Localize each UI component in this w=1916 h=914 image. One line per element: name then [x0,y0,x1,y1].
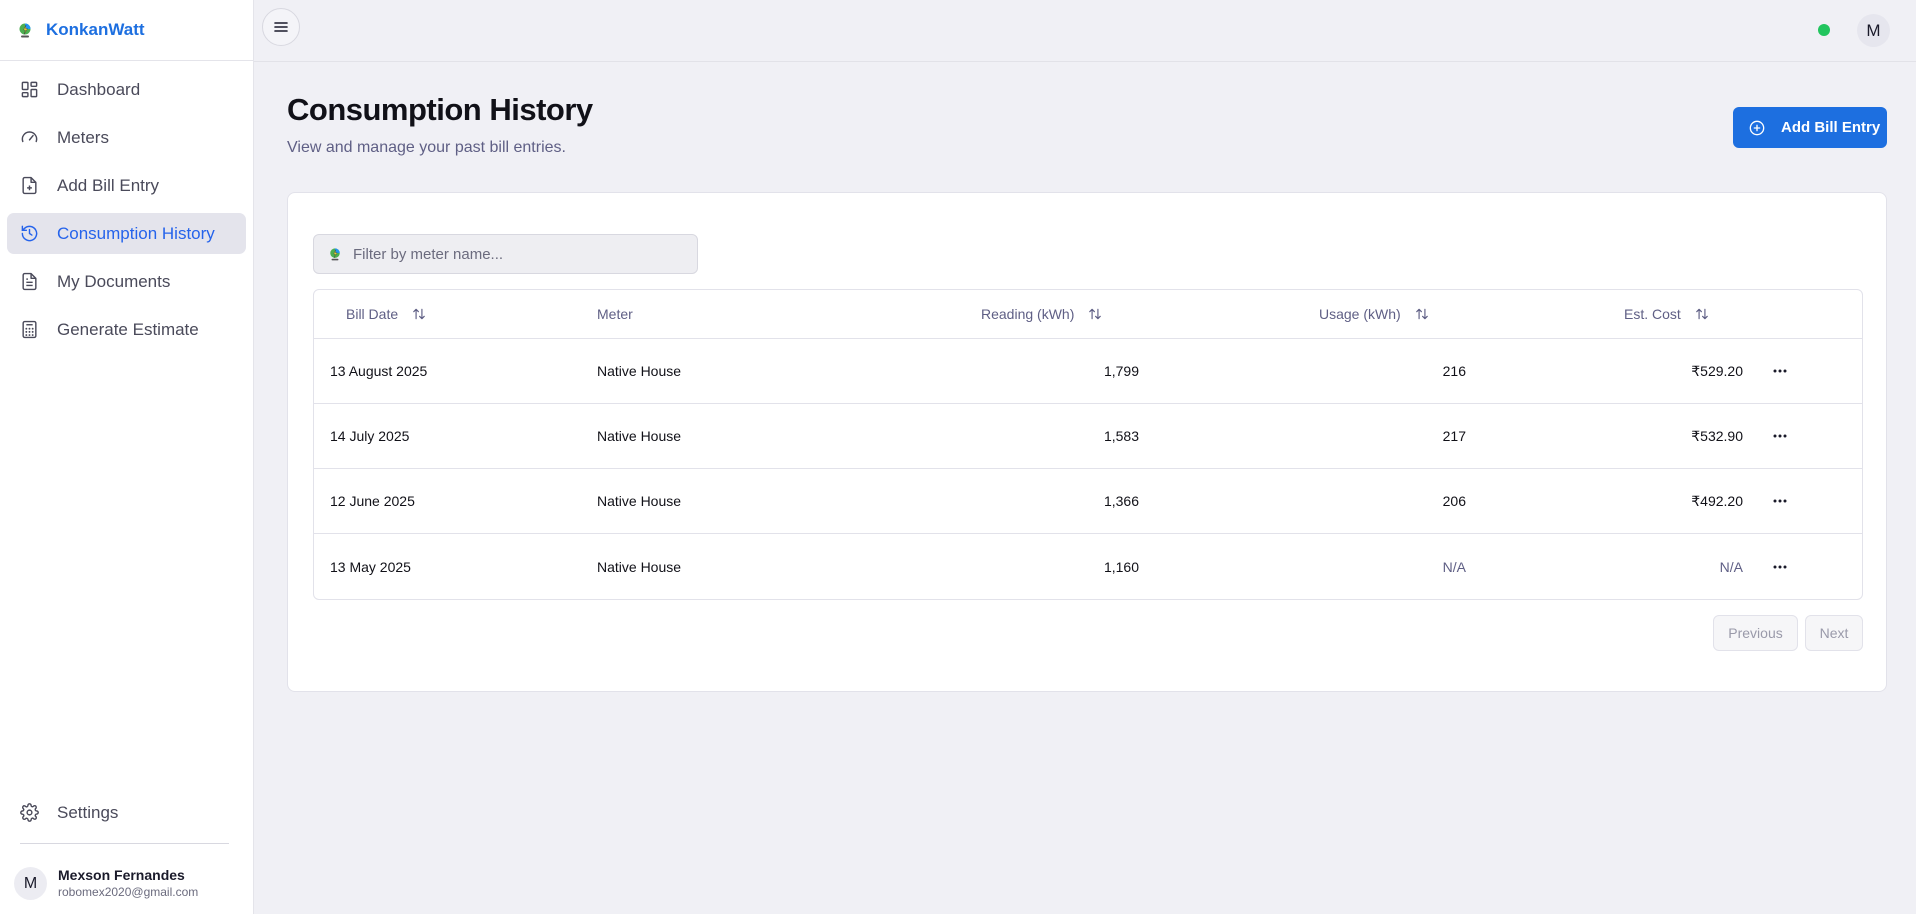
previous-page-button[interactable]: Previous [1713,615,1798,651]
sidebar-item-dashboard[interactable]: Dashboard [7,69,246,110]
sidebar-item-label: My Documents [57,271,171,291]
sort-icon [412,307,426,321]
cell-bill-date: 13 August 2025 [330,363,428,379]
sidebar-item-meters[interactable]: Meters [7,117,246,158]
cell-meter: Native House [597,363,682,379]
sidebar-item-generate-estimate[interactable]: Generate Estimate [7,309,246,350]
column-label: Reading (kWh) [981,306,1075,322]
column-usage[interactable]: Usage (kWh) [1319,306,1429,322]
history-icon [19,224,39,244]
sidebar-item-label: Meters [57,127,109,147]
sort-icon [1695,307,1709,321]
column-label: Usage (kWh) [1319,306,1401,322]
cell-reading: 1,366 [1103,493,1139,509]
sidebar-item-label: Generate Estimate [57,319,199,339]
filter-field[interactable] [313,234,698,274]
column-est-cost[interactable]: Est. Cost [1624,306,1709,322]
calculator-icon [19,320,39,340]
sort-icon [1088,307,1102,321]
cell-reading: 1,799 [1103,363,1139,379]
logo-icon [19,23,31,38]
sidebar-item-label: Add Bill Entry [57,175,160,195]
add-bill-entry-label: Add Bill Entry [1781,119,1881,136]
cell-bill-date: 14 July 2025 [330,428,410,444]
column-label: Meter [597,306,633,322]
sidebar-item-consumption-history[interactable]: Consumption History [7,213,246,254]
sidebar-item-label: Settings [57,802,119,822]
sort-icon [1415,307,1429,321]
column-reading[interactable]: Reading (kWh) [981,306,1102,322]
cell-est-cost: ₹532.90 [1691,427,1743,444]
brand[interactable]: KonkanWatt [0,0,253,61]
document-icon [19,272,39,292]
cell-est-cost: ₹492.20 [1691,492,1743,509]
more-horizontal-icon [1773,369,1787,373]
table-row: 12 June 2025 Native House 1,366 206 ₹492… [314,469,1862,534]
hamburger-icon [274,22,288,32]
table-header: Bill Date Meter Reading (kWh) Usage (kWh… [314,290,1862,339]
table-row: 13 May 2025 Native House 1,160 N/A N/A [314,534,1862,599]
sidebar-divider [20,843,229,844]
cell-bill-date: 12 June 2025 [330,493,415,509]
add-bill-entry-button[interactable]: Add Bill Entry [1733,107,1887,148]
gear-icon [19,803,39,823]
column-meter: Meter [597,306,633,322]
page-title: Consumption History [287,92,593,127]
more-horizontal-icon [1773,499,1787,503]
cell-usage: 206 [1442,493,1466,509]
cell-reading: 1,160 [1103,558,1139,575]
sidebar: KonkanWatt Dashboard Meters Add Bill Ent… [0,0,254,914]
user-email: robomex2020@gmail.com [58,885,199,899]
user-avatar-button[interactable]: M [1857,14,1890,47]
column-label: Est. Cost [1624,306,1681,322]
meter-filter-input[interactable] [353,245,683,263]
sidebar-settings: Settings [7,792,246,840]
history-table: Bill Date Meter Reading (kWh) Usage (kWh… [313,289,1863,600]
row-actions-button[interactable] [1769,425,1791,447]
cell-est-cost: N/A [1719,558,1743,575]
row-actions-button[interactable] [1769,556,1791,578]
status-indicator [1818,24,1830,36]
gauge-icon [19,128,39,148]
cell-usage: 216 [1442,363,1466,379]
user-name: Mexson Fernandes [58,867,185,883]
cell-reading: 1,583 [1103,428,1139,444]
table-row: 14 July 2025 Native House 1,583 217 ₹532… [314,404,1862,469]
sidebar-item-label: Dashboard [57,79,141,99]
sidebar-item-label: Consumption History [57,223,215,243]
cell-usage: N/A [1442,558,1466,575]
plus-circle-icon [1749,120,1765,135]
dashboard-icon [19,80,39,100]
next-page-button[interactable]: Next [1805,615,1863,651]
row-actions-button[interactable] [1769,490,1791,512]
logo-icon [330,248,340,261]
topbar: M [254,0,1916,62]
column-bill-date[interactable]: Bill Date [346,306,426,322]
history-card: Bill Date Meter Reading (kWh) Usage (kWh… [287,192,1887,692]
sidebar-item-add-bill-entry[interactable]: Add Bill Entry [7,165,246,206]
more-horizontal-icon [1773,434,1787,438]
cell-est-cost: ₹529.20 [1691,362,1743,379]
cell-meter: Native House [597,493,682,509]
cell-meter: Native House [597,558,682,575]
app-name: KonkanWatt [46,20,145,39]
sidebar-item-settings[interactable]: Settings [7,792,246,833]
menu-toggle-button[interactable] [262,8,300,46]
page-subtitle: View and manage your past bill entries. [287,139,566,156]
table-row: 13 August 2025 Native House 1,799 216 ₹5… [314,339,1862,404]
user-profile[interactable]: M Mexson Fernandes robomex2020@gmail.com [14,867,198,900]
column-label: Bill Date [346,306,399,322]
avatar: M [14,867,47,900]
file-plus-icon [19,176,39,196]
cell-bill-date: 13 May 2025 [330,558,411,575]
cell-meter: Native House [597,428,682,444]
sidebar-item-my-documents[interactable]: My Documents [7,261,246,302]
cell-usage: 217 [1442,428,1466,444]
more-horizontal-icon [1773,565,1787,568]
sidebar-nav: Dashboard Meters Add Bill Entry Consumpt… [0,61,253,350]
row-actions-button[interactable] [1769,360,1791,382]
